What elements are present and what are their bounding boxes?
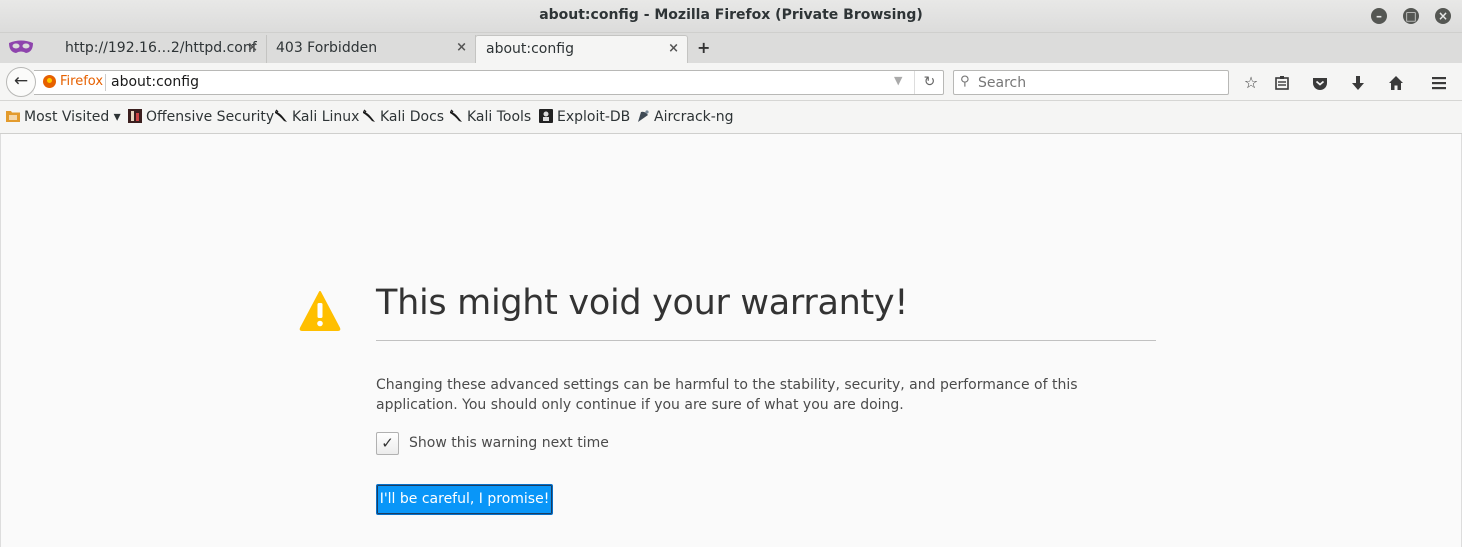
tab-403-forbidden[interactable]: 403 Forbidden × <box>266 35 476 63</box>
identity-label[interactable]: Firefox <box>60 74 103 89</box>
bookmark-most-visited[interactable]: Most Visited ▾ <box>6 109 121 127</box>
back-button[interactable]: ← <box>6 67 36 97</box>
tab-label: 403 Forbidden <box>276 40 378 56</box>
aircrack-icon <box>638 110 649 122</box>
tab-close-icon[interactable]: × <box>456 40 467 55</box>
kali-icon <box>450 109 462 122</box>
bookmark-label: Kali Linux <box>292 109 360 125</box>
tab-close-icon[interactable]: × <box>247 40 258 55</box>
search-bar[interactable]: ⚲ <box>953 70 1229 95</box>
back-arrow-icon: ← <box>13 71 29 91</box>
bookmark-aircrack-ng[interactable]: Aircrack-ng <box>636 109 734 127</box>
checkmark-icon: ✓ <box>381 434 394 452</box>
offsec-icon <box>128 109 142 123</box>
bookmark-label: Kali Docs <box>380 109 445 125</box>
firefox-identity-icon[interactable] <box>43 75 56 88</box>
exploitdb-icon <box>539 109 553 123</box>
bookmark-label: Most Visited ▾ <box>24 109 121 125</box>
bookmark-kali-tools[interactable]: Kali Tools <box>449 109 531 127</box>
bookmark-star-icon[interactable]: ☆ <box>1240 72 1262 94</box>
warning-description: Changing these advanced settings can be … <box>376 377 1078 413</box>
title-divider <box>376 340 1156 341</box>
bookmark-kali-linux[interactable]: Kali Linux <box>274 109 359 127</box>
url-text[interactable]: about:config <box>111 74 199 90</box>
minimize-icon[interactable]: – <box>1371 8 1387 24</box>
tab-label: about:config <box>486 41 574 57</box>
show-warning-checkbox[interactable]: ✓ <box>376 432 399 455</box>
tab-strip: http://192.16…2/httpd.conf × 403 Forbidd… <box>0 33 1462 63</box>
url-bar[interactable]: Firefox about:config ▼ ↻ <box>34 70 944 95</box>
window-title: about:config - Mozilla Firefox (Private … <box>539 7 923 23</box>
private-browsing-mask-icon <box>9 40 33 53</box>
hamburger-menu-icon[interactable] <box>1428 72 1450 94</box>
page-content: This might void your warranty! Changing … <box>0 134 1462 547</box>
url-history-dropdown-icon[interactable]: ▼ <box>894 74 902 87</box>
new-tab-icon[interactable]: + <box>697 38 710 57</box>
kali-icon <box>363 109 375 122</box>
folder-icon <box>6 111 20 122</box>
maximize-icon[interactable]: □ <box>1403 8 1419 24</box>
bookmark-offensive-security[interactable]: Offensive Security <box>128 109 274 127</box>
tab-close-icon[interactable]: × <box>668 41 679 56</box>
bookmark-exploit-db[interactable]: Exploit-DB <box>539 109 630 127</box>
window-titlebar: about:config - Mozilla Firefox (Private … <box>0 0 1462 33</box>
tab-httpd-conf[interactable]: http://192.16…2/httpd.conf × <box>55 35 267 63</box>
url-separator <box>105 74 106 91</box>
show-warning-label[interactable]: Show this warning next time <box>409 435 609 451</box>
home-icon[interactable] <box>1385 72 1407 94</box>
bookmarks-toolbar: Most Visited ▾ Offensive Security Kali L… <box>0 101 1462 134</box>
kali-icon <box>275 109 287 122</box>
close-window-icon[interactable]: × <box>1435 8 1451 24</box>
search-icon: ⚲ <box>960 74 970 89</box>
reload-icon[interactable]: ↻ <box>914 71 944 94</box>
tab-about-config[interactable]: about:config × <box>475 35 688 63</box>
bookmarks-menu-icon[interactable] <box>1271 72 1293 94</box>
accept-risk-button[interactable]: I'll be careful, I promise! <box>376 484 553 515</box>
tab-label: http://192.16…2/httpd.conf <box>65 40 257 56</box>
bookmark-label: Aircrack-ng <box>654 109 734 125</box>
bookmark-label: Offensive Security <box>146 109 275 125</box>
navigation-toolbar: Firefox about:config ▼ ↻ ← ⚲ ☆ <box>0 63 1462 101</box>
page-title: This might void your warranty! <box>376 283 909 323</box>
warning-icon <box>299 291 341 331</box>
pocket-icon[interactable] <box>1309 72 1331 94</box>
search-input[interactable] <box>978 73 1218 92</box>
bookmark-label: Kali Tools <box>467 109 532 125</box>
bookmark-kali-docs[interactable]: Kali Docs <box>362 109 444 127</box>
bookmark-label: Exploit-DB <box>557 109 631 125</box>
downloads-icon[interactable] <box>1347 72 1369 94</box>
